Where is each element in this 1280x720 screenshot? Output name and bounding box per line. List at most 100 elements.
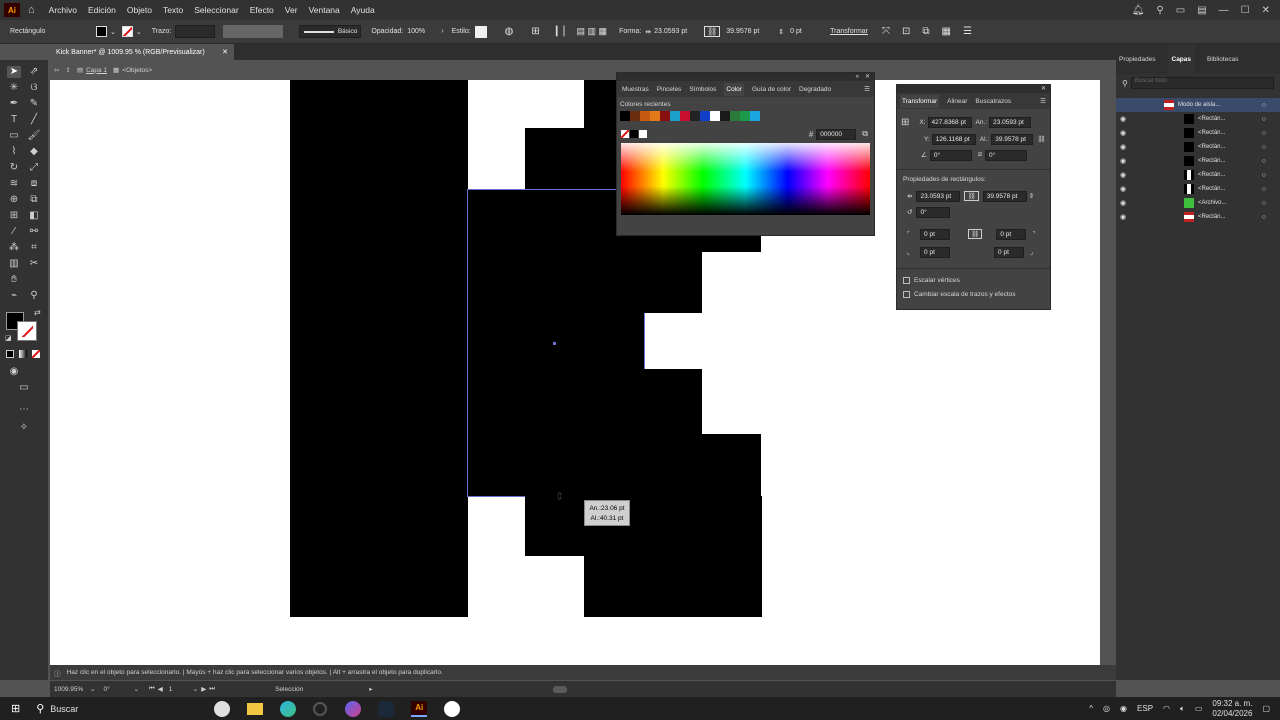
app-icon-5[interactable] <box>345 700 362 717</box>
stroke-none-swatch[interactable] <box>121 26 133 37</box>
menu-ayuda[interactable]: Ayuda <box>351 5 375 15</box>
recent-color-swatch[interactable] <box>710 111 720 121</box>
menu-objeto[interactable]: Objeto <box>127 5 152 15</box>
search-icon[interactable]: ⚲ <box>1156 5 1163 16</box>
recent-color-swatch[interactable] <box>650 111 660 121</box>
tray-app2-icon[interactable]: ◉ <box>1120 704 1127 713</box>
rect-angle-field[interactable]: 0° <box>916 206 951 218</box>
tray-app-icon[interactable]: ◎ <box>1103 704 1110 713</box>
edit-toolbar-icon[interactable]: ✧ <box>17 422 31 434</box>
eraser-tool-icon[interactable]: ◆ <box>27 146 41 158</box>
panel-grip[interactable]: » ✕ <box>617 73 874 81</box>
layer-target-icon[interactable]: ○ <box>1262 130 1266 137</box>
tab-alinear[interactable]: Alinear <box>947 98 967 105</box>
layer-target-icon[interactable]: ○ <box>1262 214 1266 221</box>
rotate-tool-icon[interactable]: ↻ <box>7 162 21 174</box>
layer-row[interactable]: ◉ <Rectán... ○ <box>1116 182 1280 196</box>
tab-propiedades[interactable]: Propiedades <box>1119 56 1156 63</box>
layer-target-icon[interactable]: ○ <box>1262 102 1266 109</box>
selection-tool-icon[interactable]: ➤ <box>7 66 21 78</box>
more-tools-icon[interactable]: ⋯ <box>17 404 31 416</box>
chevron-down-icon[interactable]: ⌄ <box>193 685 198 693</box>
hand-tool-icon[interactable]: ✋︎ <box>7 274 21 286</box>
y-field[interactable]: 126.1168 pt <box>931 133 976 145</box>
first-artboard-icon[interactable]: ⏮ <box>149 685 155 693</box>
menu-efecto[interactable]: Efecto <box>250 5 274 15</box>
graph-tool-icon[interactable]: ▥ <box>7 258 21 270</box>
corner-stepper[interactable]: ⇕ <box>778 28 784 36</box>
file-explorer-icon[interactable] <box>247 702 264 715</box>
black-rect-left[interactable] <box>290 80 468 617</box>
chevron-down-icon[interactable]: ⌄ <box>110 28 116 36</box>
recent-color-swatch[interactable] <box>750 111 760 121</box>
tab-transformar[interactable]: Transformar <box>900 94 940 108</box>
default-colors-icon[interactable]: ◪ <box>5 334 12 342</box>
chevron-right-icon[interactable]: › <box>441 28 443 35</box>
panel-close-icon[interactable]: ✕ <box>1041 85 1046 93</box>
gradient-mode-icon[interactable] <box>19 350 27 358</box>
lasso-tool-icon[interactable]: ଓ <box>27 82 41 94</box>
none-swatch[interactable] <box>621 130 629 138</box>
layer-row[interactable]: ◉ <Rectán... ○ <box>1116 210 1280 224</box>
visibility-eye-icon[interactable]: ◉ <box>1120 129 1130 137</box>
app-icon-8[interactable] <box>444 700 461 717</box>
tab-degradado[interactable]: Degradado <box>799 86 831 93</box>
perspective-tool-icon[interactable]: ⧉ <box>27 194 41 206</box>
color-spectrum[interactable] <box>621 143 870 215</box>
bell-icon[interactable]: 🔔︎ <box>1132 5 1145 16</box>
symbol-sprayer-tool-icon[interactable]: ⁂ <box>7 242 21 254</box>
white-swatch[interactable] <box>639 130 647 138</box>
maximize-icon[interactable]: ☐ <box>1241 5 1250 16</box>
layer-row[interactable]: ◉ <Archivo... ○ <box>1116 196 1280 210</box>
align-left-icon[interactable]: ▕▏▏ <box>550 26 571 37</box>
recent-color-swatch[interactable] <box>630 111 640 121</box>
transform-link[interactable]: Transformar <box>830 28 868 35</box>
menu-ver[interactable]: Ver <box>285 5 298 15</box>
last-artboard-icon[interactable]: ⏭ <box>209 685 215 693</box>
distribute-icon[interactable]: ▤ ▥ ▦ <box>577 26 608 37</box>
width-field[interactable]: 23.0593 pt <box>654 28 702 35</box>
swap-icon[interactable]: ⇄ <box>34 308 41 317</box>
fill-swatch[interactable] <box>96 26 107 37</box>
reference-point-icon[interactable]: ⊞ <box>901 117 909 128</box>
tab-color[interactable]: Color <box>724 82 744 96</box>
shear-field[interactable]: 0° <box>984 149 1027 161</box>
x-field[interactable]: 427.8368 pt <box>927 116 972 128</box>
steam-icon[interactable] <box>378 700 395 717</box>
paintbrush-tool-icon[interactable]: 🖌︎ <box>27 130 41 142</box>
menu-archivo[interactable]: Archivo <box>49 5 77 15</box>
layer-target-icon[interactable]: ○ <box>1262 172 1266 179</box>
panel-menu-icon[interactable]: ☰ <box>1040 97 1046 105</box>
breadcrumb-layer[interactable]: Capa 1 <box>86 67 107 74</box>
type-tool-icon[interactable]: T <box>7 114 21 126</box>
eyedropper2-tool-icon[interactable]: ⌁ <box>7 290 21 302</box>
layer-row[interactable]: ◉ <Rectán... ○ <box>1116 112 1280 126</box>
none-mode-icon[interactable] <box>32 350 40 358</box>
visibility-eye-icon[interactable]: ◉ <box>1120 115 1130 123</box>
layer-row[interactable]: ◉ <Rectán... ○ <box>1116 154 1280 168</box>
layer-row[interactable]: ◉ <Rectán... ○ <box>1116 140 1280 154</box>
black-swatch[interactable] <box>630 130 638 138</box>
corner-bl-field[interactable]: 0 pt <box>920 246 951 258</box>
export-icon[interactable]: ⧉ <box>922 26 929 37</box>
pen-tool-icon[interactable]: ✒ <box>7 98 21 110</box>
collapse-icon[interactable]: » <box>856 73 859 81</box>
recent-color-swatch[interactable] <box>720 111 730 121</box>
recent-color-swatch[interactable] <box>740 111 750 121</box>
corner-tl-field[interactable]: 0 pt <box>920 228 951 240</box>
recent-color-swatch[interactable] <box>640 111 650 121</box>
clock[interactable]: 09:32 a. m. 02/04/2026 <box>1212 699 1252 719</box>
windows-start-icon[interactable]: ⊞ <box>11 702 20 715</box>
close-icon[interactable]: ✕ <box>1262 5 1270 16</box>
shaper-tool-icon[interactable]: ⌇ <box>7 146 21 158</box>
slice-tool-icon[interactable]: ✂ <box>27 258 41 270</box>
recent-color-swatch[interactable] <box>700 111 710 121</box>
tab-capas[interactable]: Capas <box>1167 44 1196 74</box>
status-menu-arrow-icon[interactable]: ▸ <box>369 685 372 693</box>
angle-field[interactable]: 0° <box>929 149 972 161</box>
link-icon[interactable]: ⛓ <box>704 26 721 37</box>
chevron-down-icon[interactable]: ⌄ <box>133 685 138 693</box>
layer-row[interactable]: ◉ <Rectán... ○ <box>1116 126 1280 140</box>
horizontal-scrollbar[interactable] <box>552 685 567 693</box>
tab-document[interactable]: Kick Banner* @ 1009.95 % (RGB/Previsuali… <box>50 44 234 60</box>
